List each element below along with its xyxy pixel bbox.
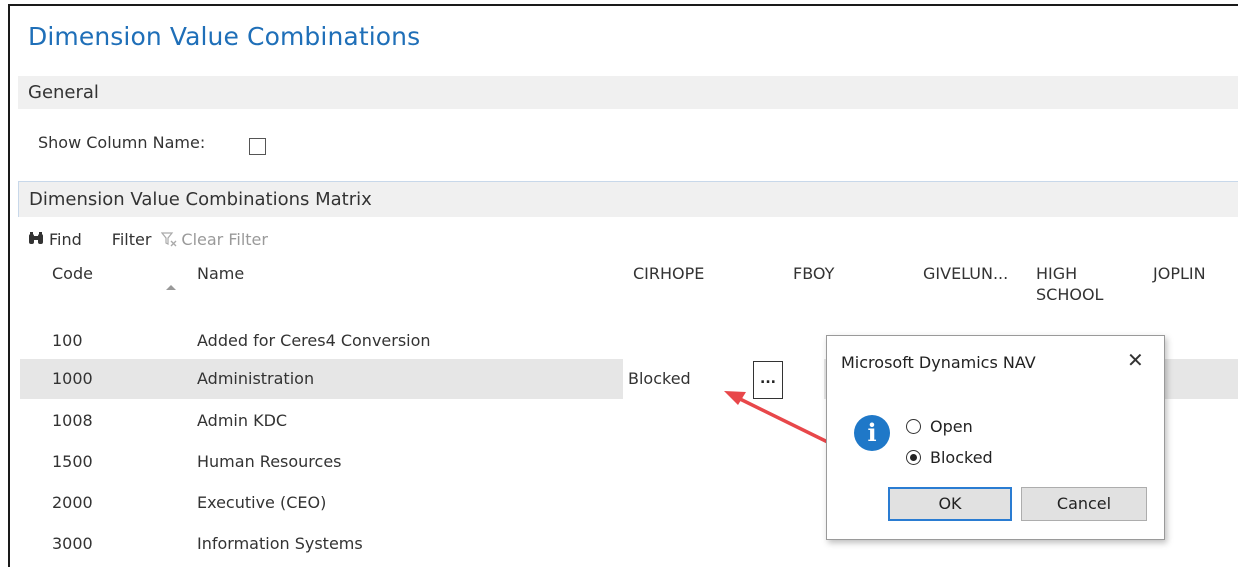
clear-filter-label: Clear Filter <box>181 229 268 249</box>
show-column-name-label: Show Column Name: <box>38 133 206 152</box>
radio-open[interactable] <box>906 419 921 434</box>
row-code: 1000 <box>52 369 93 388</box>
binoculars-icon <box>29 232 43 244</box>
row-name: Administration <box>197 369 315 388</box>
row-name: Added for Ceres4 Conversion <box>197 331 431 350</box>
row-name: Human Resources <box>197 452 342 471</box>
column-header-code[interactable]: Code <box>52 263 93 284</box>
clear-filter-button[interactable]: Clear Filter <box>161 230 268 249</box>
column-header-cirhope[interactable]: CIRHOPE <box>633 263 704 284</box>
row-code: 1008 <box>52 411 93 430</box>
row-code: 1500 <box>52 452 93 471</box>
show-column-name-checkbox[interactable] <box>249 138 266 155</box>
cirhope-cell-value: Blocked <box>628 369 691 388</box>
option-open[interactable]: Open <box>906 417 973 436</box>
column-header-fboy[interactable]: FBOY <box>793 263 834 284</box>
column-header-givelun[interactable]: GIVELUN... <box>923 263 1008 284</box>
options-dialog: Microsoft Dynamics NAV ✕ i Open Blocked … <box>826 335 1165 540</box>
section-matrix[interactable]: Dimension Value Combinations Matrix <box>18 181 1238 217</box>
column-header-high-school-line1: HIGH <box>1036 264 1078 283</box>
row-name: Executive (CEO) <box>197 493 327 512</box>
column-header-joplin[interactable]: JOPLIN <box>1153 263 1206 284</box>
option-blocked[interactable]: Blocked <box>906 448 993 467</box>
row-code: 2000 <box>52 493 93 512</box>
close-icon[interactable]: ✕ <box>1127 348 1144 372</box>
radio-blocked[interactable] <box>906 450 921 465</box>
cancel-button[interactable]: Cancel <box>1021 487 1147 521</box>
assist-edit-button[interactable]: ... <box>753 361 783 399</box>
column-header-name[interactable]: Name <box>197 263 244 284</box>
dialog-title: Microsoft Dynamics NAV <box>841 353 1036 372</box>
find-label: Find <box>49 229 82 249</box>
clear-filter-icon <box>161 232 177 247</box>
row-name: Information Systems <box>197 534 363 553</box>
matrix-toolbar: Find Filter Clear Filter <box>28 227 268 251</box>
ok-button[interactable]: OK <box>888 487 1012 521</box>
option-open-label: Open <box>930 417 973 436</box>
option-blocked-label: Blocked <box>930 448 993 467</box>
table-row-selected[interactable]: 1000 Administration <box>20 359 623 399</box>
sort-ascending-icon <box>166 285 176 290</box>
section-general[interactable]: General <box>18 76 1238 109</box>
find-button[interactable]: Find <box>28 230 82 249</box>
row-name: Admin KDC <box>197 411 288 430</box>
column-header-high-school[interactable]: HIGH SCHOOL <box>1036 263 1103 305</box>
row-code: 3000 <box>52 534 93 553</box>
column-header-high-school-line2: SCHOOL <box>1036 285 1104 304</box>
info-icon: i <box>854 415 890 451</box>
filter-button[interactable]: Filter <box>112 230 152 249</box>
row-code: 100 <box>52 331 83 350</box>
page-title: Dimension Value Combinations <box>28 22 421 51</box>
